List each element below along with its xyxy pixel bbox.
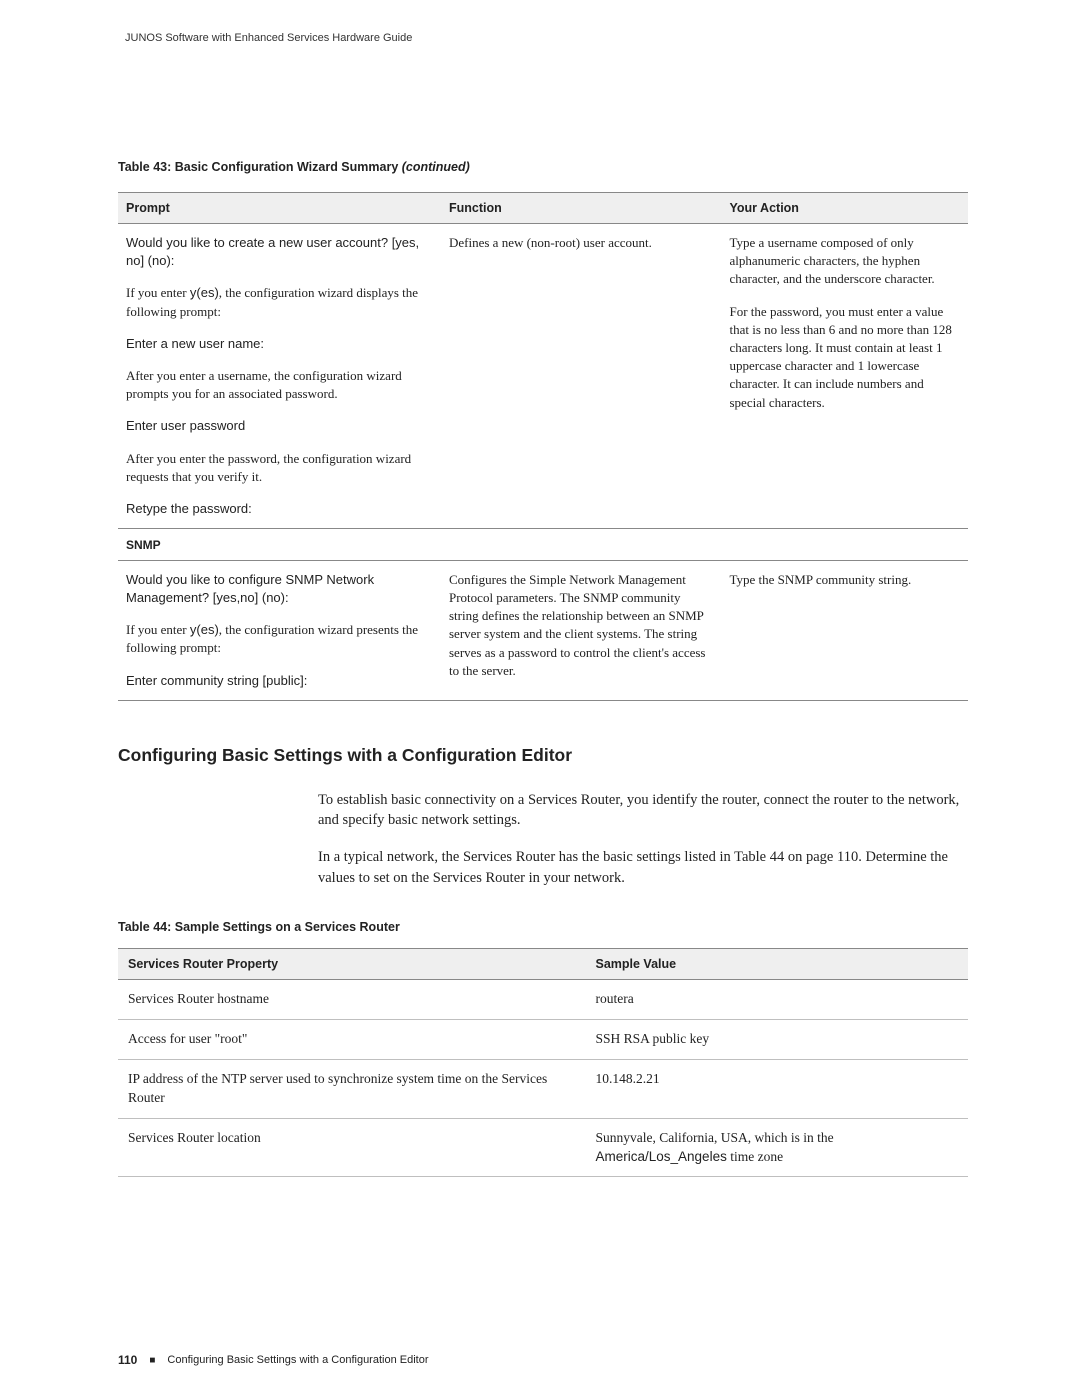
col-sample-value: Sample Value bbox=[586, 949, 969, 980]
txt: If you enter bbox=[126, 622, 190, 637]
page-footer: 110 ■ Configuring Basic Settings with a … bbox=[118, 1353, 429, 1367]
v-tail: time zone bbox=[727, 1149, 783, 1164]
footer-text: Configuring Basic Settings with a Config… bbox=[167, 1354, 428, 1366]
col-your-action: Your Action bbox=[722, 193, 969, 224]
yes-token-snmp: y(es) bbox=[190, 622, 219, 637]
table43-section-snmp: SNMP bbox=[118, 529, 968, 561]
prompt-create-user: Would you like to create a new user acco… bbox=[126, 234, 431, 270]
footer-square-icon: ■ bbox=[149, 1355, 155, 1366]
table44-title: Table 44: Sample Settings on a Services … bbox=[118, 920, 968, 934]
table43-row-snmp: Would you like to configure SNMP Network… bbox=[118, 560, 968, 700]
cell-function-user: Defines a new (non-root) user account. bbox=[441, 224, 722, 529]
prompt-configure-snmp: Would you like to configure SNMP Network… bbox=[126, 571, 431, 607]
text-after-username: After you enter a username, the configur… bbox=[126, 367, 431, 403]
action-username-rules: Type a username composed of only alphanu… bbox=[730, 234, 959, 289]
table43-header-row: Prompt Function Your Action bbox=[118, 193, 968, 224]
cell-val: SSH RSA public key bbox=[586, 1020, 969, 1060]
section-body: To establish basic connectivity on a Ser… bbox=[318, 790, 968, 888]
table43: Prompt Function Your Action Would you li… bbox=[118, 192, 968, 701]
text-if-enter-yes: If you enter y(es), the configuration wi… bbox=[126, 284, 431, 320]
cell-prop: Access for user "root" bbox=[118, 1020, 586, 1060]
col-property: Services Router Property bbox=[118, 949, 586, 980]
col-prompt: Prompt bbox=[118, 193, 441, 224]
cell-prop: IP address of the NTP server used to syn… bbox=[118, 1059, 586, 1118]
col-function: Function bbox=[441, 193, 722, 224]
body-p1: To establish basic connectivity on a Ser… bbox=[318, 790, 968, 831]
page-number: 110 bbox=[118, 1353, 137, 1367]
table44-row: Services Router location Sunnyvale, Cali… bbox=[118, 1118, 968, 1177]
cell-val: routera bbox=[586, 980, 969, 1020]
cell-prompt-user: Would you like to create a new user acco… bbox=[118, 224, 441, 529]
section-heading: Configuring Basic Settings with a Config… bbox=[118, 745, 968, 766]
v: routera bbox=[596, 991, 634, 1006]
table44-row: Access for user "root" SSH RSA public ke… bbox=[118, 1020, 968, 1060]
snmp-label: SNMP bbox=[118, 529, 968, 561]
prompt-enter-username: Enter a new user name: bbox=[126, 335, 431, 353]
cell-action-user: Type a username composed of only alphanu… bbox=[722, 224, 969, 529]
action-password-rules: For the password, you must enter a value… bbox=[730, 303, 959, 412]
table43-title: Table 43: Basic Configuration Wizard Sum… bbox=[118, 160, 968, 174]
table44-row: IP address of the NTP server used to syn… bbox=[118, 1059, 968, 1118]
cell-function-snmp: Configures the Simple Network Management… bbox=[441, 560, 722, 700]
cell-prop: Services Router location bbox=[118, 1118, 586, 1177]
text-if-enter-yes-snmp: If you enter y(es), the configuration wi… bbox=[126, 621, 431, 657]
v-pre: Sunnyvale, California, USA, which is in … bbox=[596, 1130, 834, 1145]
prompt-community-string: Enter community string [public]: bbox=[126, 672, 431, 690]
yes-token: y(es) bbox=[190, 285, 219, 300]
cell-val: 10.148.2.21 bbox=[586, 1059, 969, 1118]
body-p2: In a typical network, the Services Route… bbox=[318, 847, 968, 888]
table44-header-row: Services Router Property Sample Value bbox=[118, 949, 968, 980]
table43-title-text: Table 43: Basic Configuration Wizard Sum… bbox=[118, 160, 402, 174]
v: 10.148.2.21 bbox=[596, 1071, 660, 1086]
page-content: Table 43: Basic Configuration Wizard Sum… bbox=[118, 160, 968, 1177]
v-mono: America/Los_Angeles bbox=[596, 1149, 727, 1164]
table44: Services Router Property Sample Value Se… bbox=[118, 948, 968, 1177]
table43-row-user-account: Would you like to create a new user acco… bbox=[118, 224, 968, 529]
table44-row: Services Router hostname routera bbox=[118, 980, 968, 1020]
cell-action-snmp: Type the SNMP community string. bbox=[722, 560, 969, 700]
running-header: JUNOS Software with Enhanced Services Ha… bbox=[125, 32, 412, 44]
prompt-enter-password: Enter user password bbox=[126, 417, 431, 435]
prompt-retype-password: Retype the password: bbox=[126, 500, 431, 518]
v: SSH RSA public key bbox=[596, 1031, 710, 1046]
cell-val: Sunnyvale, California, USA, which is in … bbox=[586, 1118, 969, 1177]
cell-prompt-snmp: Would you like to configure SNMP Network… bbox=[118, 560, 441, 700]
cell-prop: Services Router hostname bbox=[118, 980, 586, 1020]
table43-title-continued: (continued) bbox=[402, 160, 470, 174]
text-after-password: After you enter the password, the config… bbox=[126, 450, 431, 486]
txt: If you enter bbox=[126, 285, 190, 300]
